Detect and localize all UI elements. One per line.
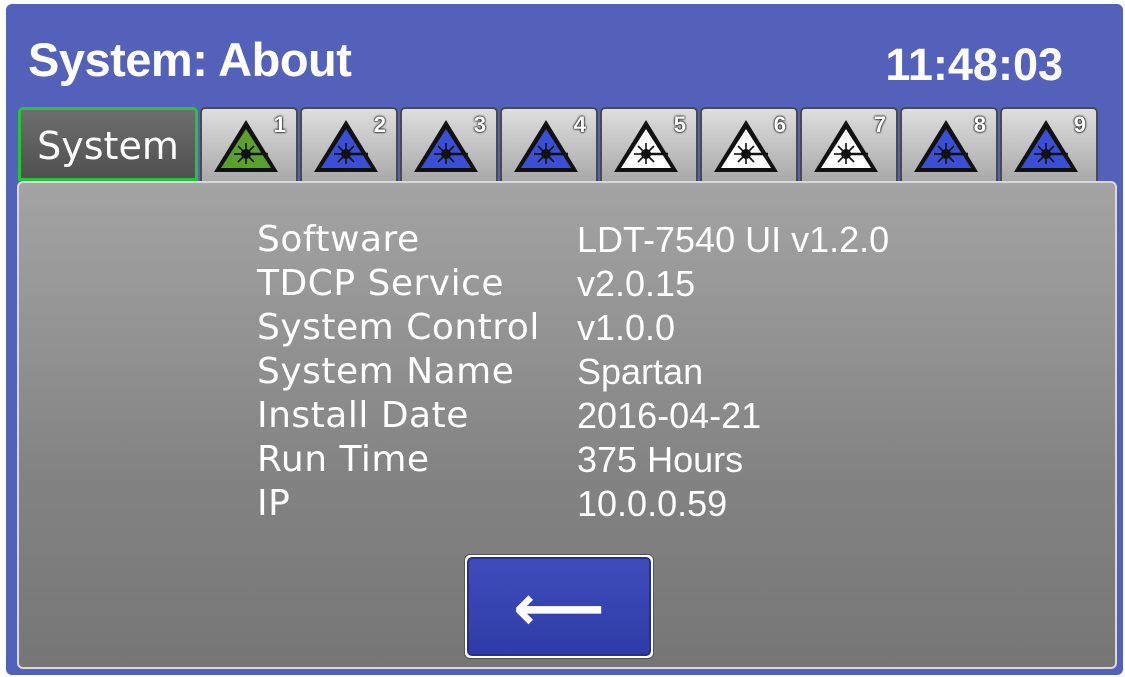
- tab-laser-number: 7: [873, 112, 886, 137]
- tab-laser-number: 1: [273, 112, 286, 137]
- laser-warning-icon: [714, 120, 778, 172]
- info-value: LDT-7540 UI v1.2.0: [577, 219, 890, 260]
- laser-warning-icon: [1014, 120, 1078, 172]
- tab-laser-number: 3: [473, 112, 486, 137]
- info-value: Spartan: [577, 351, 704, 392]
- info-value: 10.0.0.59: [577, 483, 728, 524]
- info-label: Install Date: [257, 395, 469, 436]
- info-value: 375 Hours: [577, 439, 744, 480]
- about-panel: Software LDT-7540 UI v1.2.0 TDCP Service v2…: [17, 181, 1117, 669]
- laser-warning-icon: [914, 120, 978, 172]
- left-arrow-icon: ⟵: [513, 572, 605, 646]
- tab-laser-3[interactable]: 3: [400, 107, 498, 181]
- laser-warning-icon: [514, 120, 578, 172]
- tab-laser-number: 4: [573, 112, 586, 137]
- tab-laser-number: 9: [1073, 112, 1086, 137]
- tab-laser-number: 2: [373, 112, 386, 137]
- laser-warning-icon: [314, 120, 378, 172]
- tab-laser-9[interactable]: 9: [1000, 107, 1098, 181]
- tab-laser-7[interactable]: 7: [800, 107, 898, 181]
- laser-warning-icon: [414, 120, 478, 172]
- tab-laser-number: 5: [673, 112, 686, 137]
- laser-warning-icon: [814, 120, 878, 172]
- clock: 11:48:03: [885, 39, 1063, 90]
- tab-laser-6[interactable]: 6: [700, 107, 798, 181]
- info-label: Run Time: [257, 439, 430, 480]
- info-value: v2.0.15: [577, 263, 696, 304]
- info-label: TDCP Service: [257, 263, 505, 304]
- tab-laser-2[interactable]: 2: [300, 107, 398, 181]
- tab-laser-1[interactable]: 1: [200, 107, 298, 181]
- info-label: System Name: [257, 351, 515, 392]
- page-title: System: About: [28, 33, 352, 86]
- info-value: v1.0.0: [577, 307, 676, 348]
- tab-laser-8[interactable]: 8: [900, 107, 998, 181]
- laser-warning-icon: [214, 120, 278, 172]
- tab-system-label: System: [37, 124, 179, 168]
- tab-system[interactable]: System: [18, 107, 198, 181]
- info-label: System Control: [257, 307, 540, 348]
- tab-bar: System 1 2 3 4 5 6 7 8 9: [14, 107, 1118, 183]
- laser-warning-icon: [614, 120, 678, 172]
- tab-laser-5[interactable]: 5: [600, 107, 698, 181]
- tab-laser-number: 6: [773, 112, 786, 137]
- tab-laser-number: 8: [973, 112, 986, 137]
- info-label: Software: [257, 219, 420, 260]
- info-label: IP: [257, 483, 291, 524]
- back-button[interactable]: ⟵: [464, 554, 654, 659]
- tab-laser-4[interactable]: 4: [500, 107, 598, 181]
- info-value: 2016-04-21: [577, 395, 762, 436]
